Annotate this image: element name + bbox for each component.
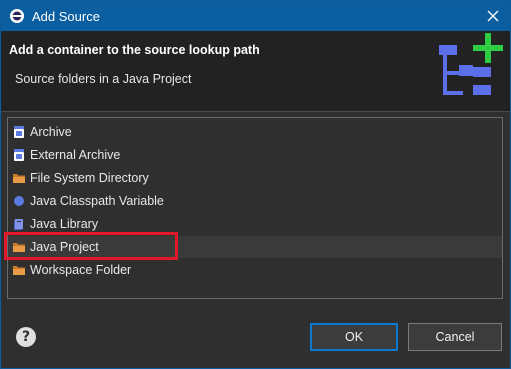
list-item-file-system-directory[interactable]: File System Directory [8, 167, 502, 189]
folder-icon [13, 174, 25, 183]
list-item-label: Java Classpath Variable [30, 194, 164, 208]
list-item-label: Archive [30, 125, 72, 139]
header-message: Source folders in a Java Project [15, 72, 192, 86]
cancel-button[interactable]: Cancel [408, 323, 502, 351]
wizard-header: Add a container to the source lookup pat… [1, 31, 510, 111]
title-bar: Add Source [1, 1, 510, 31]
library-icon [14, 219, 23, 230]
blue-dot-icon [14, 196, 24, 206]
help-button[interactable]: ? [16, 327, 36, 347]
close-icon [487, 10, 499, 22]
list-item-label: External Archive [30, 148, 121, 162]
window-title: Add Source [32, 9, 100, 24]
header-separator [1, 111, 510, 112]
annotation-highlight-box [4, 232, 178, 260]
list-item-external-archive[interactable]: External Archive [8, 144, 502, 166]
jar-icon [14, 126, 24, 138]
list-item-archive[interactable]: Archive [8, 121, 502, 143]
add-source-dialog: Add Source Add a container to the source… [0, 0, 511, 369]
list-item-label: Workspace Folder [30, 263, 132, 277]
list-item-workspace-folder[interactable]: Workspace Folder [8, 259, 502, 281]
close-button[interactable] [480, 4, 506, 28]
folder-icon [13, 266, 25, 275]
add-source-wizard-icon [439, 33, 503, 95]
list-item-java-classpath-variable[interactable]: Java Classpath Variable [8, 190, 502, 212]
header-title: Add a container to the source lookup pat… [9, 43, 260, 57]
list-item-label: Java Library [30, 217, 99, 231]
source-type-list[interactable]: Archive External Archive File System Dir… [7, 117, 503, 299]
list-item-label: File System Directory [30, 171, 149, 185]
jar-icon [14, 149, 24, 161]
eclipse-app-icon [10, 9, 24, 23]
ok-button[interactable]: OK [310, 323, 398, 351]
